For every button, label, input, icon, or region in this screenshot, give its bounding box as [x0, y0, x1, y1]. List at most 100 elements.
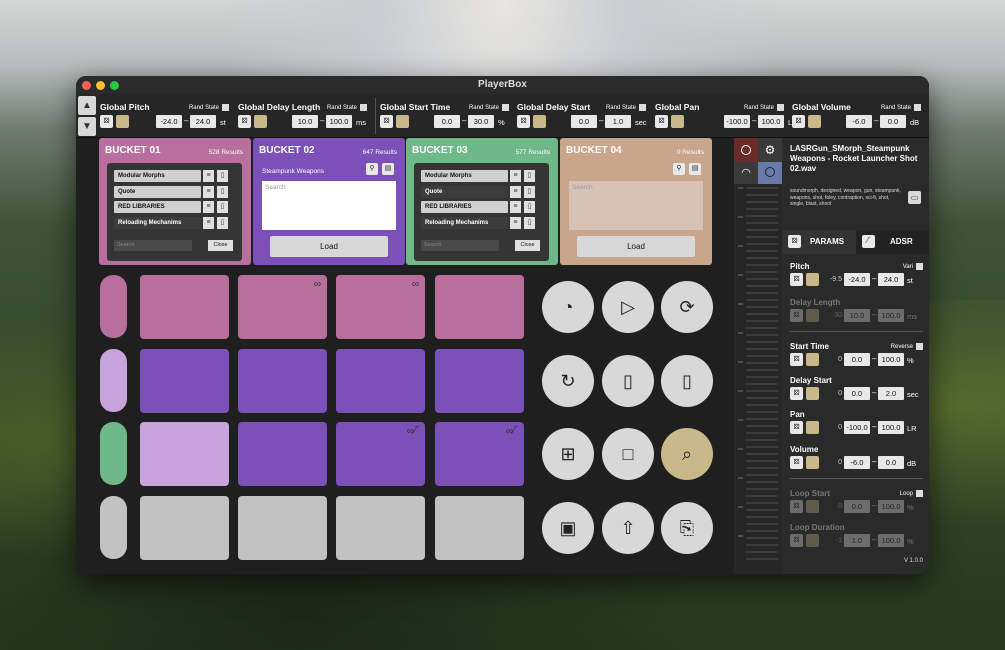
sound-pad[interactable]: [238, 496, 327, 560]
range-max-input[interactable]: 100.0: [878, 500, 904, 513]
color-swatch[interactable]: [806, 309, 819, 322]
dice-icon[interactable]: ⚄: [792, 115, 805, 128]
upload-icon[interactable]: ⇧: [602, 502, 654, 554]
rand-state-checkbox[interactable]: [639, 104, 646, 111]
range-max-input[interactable]: 1.0: [605, 115, 631, 128]
load-button[interactable]: Load: [270, 236, 388, 257]
trash-icon[interactable]: ▯: [524, 185, 535, 198]
dice-icon[interactable]: ⚄: [790, 273, 803, 286]
sound-pad[interactable]: [140, 496, 229, 560]
range-min-input[interactable]: -100.0: [844, 421, 870, 434]
range-min-input[interactable]: 0.0: [571, 115, 597, 128]
sound-pad[interactable]: [435, 275, 524, 339]
zoom-window-button[interactable]: [110, 81, 119, 90]
bucket-search-input[interactable]: Search: [114, 240, 192, 251]
dice-icon[interactable]: ⚄: [238, 115, 251, 128]
list-item[interactable]: Quote: [114, 185, 201, 198]
load-button[interactable]: Load: [577, 236, 695, 257]
tab-adsr[interactable]: ⁄‾ ADSR: [856, 230, 929, 254]
play-icon[interactable]: ▷: [602, 281, 654, 333]
range-min-input[interactable]: 0.0: [844, 353, 870, 366]
close-window-button[interactable]: [82, 81, 91, 90]
range-max-input[interactable]: 100.0: [878, 421, 904, 434]
trash-icon[interactable]: ▯: [661, 355, 713, 407]
sound-pad[interactable]: [435, 349, 524, 413]
range-max-input[interactable]: 30.0: [468, 115, 494, 128]
gauge-icon[interactable]: ◠: [734, 162, 758, 184]
add-to-list-icon[interactable]: ≡: [510, 216, 521, 229]
sound-pad[interactable]: [336, 349, 425, 413]
color-swatch[interactable]: [806, 353, 819, 366]
add-to-list-icon[interactable]: ≡: [203, 170, 214, 182]
trash-icon[interactable]: ▯: [524, 201, 535, 213]
user-search-icon[interactable]: ⚲: [673, 163, 685, 175]
color-swatch[interactable]: [533, 115, 546, 128]
color-swatch[interactable]: [808, 115, 821, 128]
sound-pad[interactable]: ∞: [238, 275, 327, 339]
trash-icon[interactable]: ▯: [524, 216, 535, 229]
sound-pad[interactable]: [435, 496, 524, 560]
range-max-input[interactable]: 100.0: [878, 534, 904, 547]
bucket-search-input[interactable]: Search: [421, 240, 499, 251]
param-option-checkbox[interactable]: [916, 263, 923, 270]
sound-pad[interactable]: [336, 496, 425, 560]
range-max-input[interactable]: 24.0: [878, 273, 904, 286]
add-to-list-icon[interactable]: ≡: [510, 201, 521, 213]
range-max-input[interactable]: 100.0: [326, 115, 352, 128]
color-swatch[interactable]: [671, 115, 684, 128]
list-item[interactable]: Modular Morphs: [421, 170, 508, 182]
dice-icon[interactable]: ⚄: [790, 456, 803, 469]
list-item[interactable]: Reloading Mechanims: [114, 216, 201, 229]
row-selector[interactable]: [100, 275, 127, 338]
chevron-down-icon[interactable]: ▼: [78, 117, 96, 136]
refresh-icon[interactable]: ↻: [542, 355, 594, 407]
search-icon[interactable]: ⌕: [661, 428, 713, 480]
trash-icon[interactable]: ▯: [217, 185, 228, 198]
user-search-icon[interactable]: ⚲: [366, 163, 378, 175]
save-icon[interactable]: ▣: [542, 502, 594, 554]
export-file-icon[interactable]: ⎘: [661, 502, 713, 554]
range-min-input[interactable]: 1.0: [844, 534, 870, 547]
dice-icon[interactable]: ⚄: [790, 387, 803, 400]
row-selector[interactable]: [100, 422, 127, 485]
sound-pad[interactable]: [238, 349, 327, 413]
rand-state-checkbox[interactable]: [914, 104, 921, 111]
list-item[interactable]: Modular Morphs: [114, 170, 201, 182]
document-icon[interactable]: ▤: [689, 163, 701, 175]
row-selector[interactable]: [100, 349, 127, 412]
rand-state-checkbox[interactable]: [502, 104, 509, 111]
range-min-input[interactable]: 10.0: [292, 115, 318, 128]
add-to-list-icon[interactable]: ≡: [203, 185, 214, 198]
color-swatch[interactable]: [116, 115, 129, 128]
param-option-checkbox[interactable]: [916, 490, 923, 497]
row-selector[interactable]: [100, 496, 127, 559]
list-item[interactable]: RED LIBRARIES: [114, 201, 201, 213]
trash-icon[interactable]: ▯: [524, 170, 535, 182]
bucket-search-input[interactable]: Search: [569, 181, 703, 230]
range-max-input[interactable]: 0.0: [878, 456, 904, 469]
bucket-search-input[interactable]: Search: [262, 181, 396, 230]
dice-icon[interactable]: ⚄: [790, 309, 803, 322]
sound-pad[interactable]: ∞⁄‾: [336, 422, 425, 486]
range-max-input[interactable]: 100.0: [758, 115, 784, 128]
range-min-input[interactable]: -24.0: [844, 273, 870, 286]
color-swatch[interactable]: [396, 115, 409, 128]
dice-icon[interactable]: ⚄: [380, 115, 393, 128]
folder-icon[interactable]: ▭: [908, 191, 921, 204]
list-item[interactable]: Quote: [421, 185, 508, 198]
range-max-input[interactable]: 0.0: [880, 115, 906, 128]
trash-icon[interactable]: ▯: [217, 170, 228, 182]
range-min-input[interactable]: 0.0: [844, 387, 870, 400]
range-max-input[interactable]: 2.0: [878, 387, 904, 400]
range-min-input[interactable]: -100.0: [724, 115, 750, 128]
sound-pad[interactable]: [140, 422, 229, 486]
dice-icon[interactable]: ⚄: [790, 353, 803, 366]
rand-state-checkbox[interactable]: [360, 104, 367, 111]
range-min-input[interactable]: 0.0: [434, 115, 460, 128]
color-swatch[interactable]: [806, 421, 819, 434]
minimize-window-button[interactable]: [96, 81, 105, 90]
target-button[interactable]: [758, 162, 782, 184]
add-icon[interactable]: ⊞: [542, 428, 594, 480]
color-swatch[interactable]: [806, 387, 819, 400]
sound-pad[interactable]: [140, 349, 229, 413]
